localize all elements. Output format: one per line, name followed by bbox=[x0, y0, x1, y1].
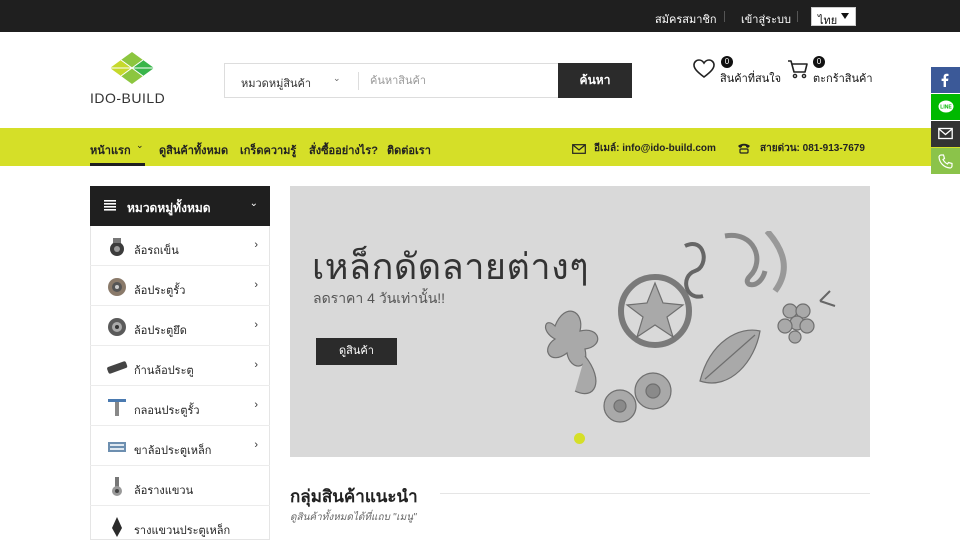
nav-knowledge[interactable]: เกร็ดความรู้ bbox=[240, 141, 296, 159]
nav-hotline[interactable]: สายด่วน: 081-913-7679 bbox=[760, 141, 865, 156]
register-link[interactable]: สมัครสมาชิก bbox=[655, 10, 717, 28]
fixed-wheel-icon bbox=[108, 318, 126, 336]
category-label: ขาล้อประตูเหล็ก bbox=[134, 445, 212, 457]
category-title: หมวดหมู่ทั้งหมด bbox=[127, 201, 211, 215]
wheel-caster-icon bbox=[110, 238, 124, 256]
chevron-right-icon: › bbox=[254, 439, 258, 451]
category-item-gate-latch[interactable]: กลอนประตูรั้ว › bbox=[90, 386, 270, 426]
phone-icon bbox=[938, 154, 953, 169]
banner-subtitle: ลดราคา 4 วันเท่านั้น!! bbox=[313, 290, 446, 306]
category-item-steel-gate-wheel-leg[interactable]: ขาล้อประตูเหล็ก › bbox=[90, 426, 270, 466]
telephone-icon bbox=[738, 143, 750, 154]
category-item-gate-wheel-arm[interactable]: ก้านล้อประตู › bbox=[90, 346, 270, 386]
section-subtitle: ดูสินค้าทั้งหมดได้ที่แถบ "เมนู" bbox=[290, 512, 417, 523]
logo-icon[interactable] bbox=[109, 52, 155, 88]
email-icon bbox=[938, 127, 953, 140]
chevron-right-icon: › bbox=[254, 359, 258, 371]
top-bar: สมัครสมาชิก เข้าสู่ระบบ ไทย bbox=[0, 0, 960, 32]
hero-banner[interactable]: เหล็กดัดลายต่างๆ ลดราคา 4 วันเท่านั้น!! … bbox=[290, 186, 870, 457]
chevron-right-icon: › bbox=[254, 279, 258, 291]
section-divider bbox=[440, 493, 870, 494]
category-label: ล้อประตูยึด bbox=[134, 325, 187, 337]
divider bbox=[724, 11, 725, 22]
category-item-steel-gate-hanging-rail[interactable]: รางแขวนประตูเหล็ก bbox=[90, 506, 270, 546]
hanging-wheel-icon bbox=[112, 477, 122, 496]
chevron-down-icon: ⌄ bbox=[249, 198, 258, 209]
mail-icon bbox=[572, 144, 586, 154]
category-label: ล้อประตูรั้ว bbox=[134, 285, 186, 297]
search-bar: หมวดหมู่สินค้า ⌄ ค้นหา bbox=[224, 63, 632, 98]
category-label: ก้านล้อประตู bbox=[134, 365, 194, 377]
banner-shop-button[interactable]: ดูสินค้า bbox=[316, 338, 397, 365]
search-button[interactable]: ค้นหา bbox=[558, 63, 632, 98]
category-item-gate-wheel[interactable]: ล้อประตูรั้ว › bbox=[90, 266, 270, 306]
nav-how-to-order[interactable]: สั่งซื้ออย่างไร? bbox=[309, 141, 378, 159]
language-select[interactable]: ไทย bbox=[811, 7, 856, 27]
facebook-button[interactable] bbox=[931, 67, 960, 93]
search-category-select[interactable]: หมวดหมู่สินค้า bbox=[241, 74, 311, 92]
gate-latch-icon bbox=[108, 399, 126, 416]
cart-link[interactable]: ตะกร้าสินค้า bbox=[813, 69, 873, 87]
category-item-hanging-rail-wheel[interactable]: ล้อรางแขวน bbox=[90, 466, 270, 506]
category-label: กลอนประตูรั้ว bbox=[134, 405, 200, 417]
line-button[interactable]: LINE bbox=[931, 94, 960, 120]
cart-icon[interactable] bbox=[787, 59, 809, 79]
nav-home[interactable]: หน้าแรก bbox=[90, 141, 131, 159]
nav-contact[interactable]: ติดต่อเรา bbox=[387, 141, 431, 159]
nav-all-products[interactable]: ดูสินค้าทั้งหมด bbox=[159, 141, 228, 159]
menu-icon bbox=[104, 200, 116, 211]
category-item-wheelbarrow-wheel[interactable]: ล้อรถเข็น › bbox=[90, 226, 270, 266]
logo-text[interactable]: IDO-BUILD bbox=[90, 90, 165, 106]
chevron-down-icon: ⌄ bbox=[136, 140, 144, 150]
wishlist-link[interactable]: สินค้าที่สนใจ bbox=[720, 69, 781, 87]
category-label: ล้อรถเข็น bbox=[134, 245, 179, 257]
login-link[interactable]: เข้าสู่ระบบ bbox=[741, 10, 791, 28]
hanging-rail-icon bbox=[112, 517, 122, 537]
chevron-right-icon: › bbox=[254, 319, 258, 331]
wrought-iron-ornaments-image bbox=[545, 231, 836, 423]
divider bbox=[797, 11, 798, 22]
search-input[interactable] bbox=[370, 73, 550, 89]
chevron-down-icon: ⌄ bbox=[333, 73, 341, 83]
chevron-right-icon: › bbox=[254, 239, 258, 251]
svg-text:LINE: LINE bbox=[940, 105, 952, 111]
nav-active-indicator bbox=[90, 163, 145, 166]
chevron-right-icon: › bbox=[254, 399, 258, 411]
category-header[interactable]: หมวดหมู่ทั้งหมด ⌄ bbox=[90, 186, 270, 226]
language-value: ไทย bbox=[818, 15, 838, 27]
nav-email[interactable]: อีเมล์: info@ido-build.com bbox=[594, 141, 716, 156]
line-icon: LINE bbox=[938, 100, 954, 113]
caret-down-icon bbox=[841, 13, 849, 19]
category-label: ล้อรางแขวน bbox=[134, 485, 194, 497]
wishlist-count-badge: 0 bbox=[721, 56, 733, 68]
category-label: รางแขวนประตูเหล็ก bbox=[134, 525, 231, 537]
email-button[interactable] bbox=[931, 121, 960, 147]
category-item-fixed-gate-wheel[interactable]: ล้อประตูยึด › bbox=[90, 306, 270, 346]
carousel-dot-active[interactable] bbox=[574, 433, 585, 444]
main-nav: หน้าแรก ⌄ ดูสินค้าทั้งหมด เกร็ดความรู้ ส… bbox=[0, 128, 960, 166]
heart-icon[interactable] bbox=[693, 59, 715, 79]
wheel-arm-icon bbox=[107, 361, 128, 374]
cart-count-badge: 0 bbox=[813, 56, 825, 68]
phone-button[interactable] bbox=[931, 148, 960, 174]
divider bbox=[358, 72, 359, 90]
section-title: กลุ่มสินค้าแนะนำ bbox=[290, 487, 418, 506]
gate-wheel-icon bbox=[108, 278, 126, 296]
wheel-leg-icon bbox=[108, 442, 126, 452]
facebook-icon bbox=[941, 73, 949, 87]
